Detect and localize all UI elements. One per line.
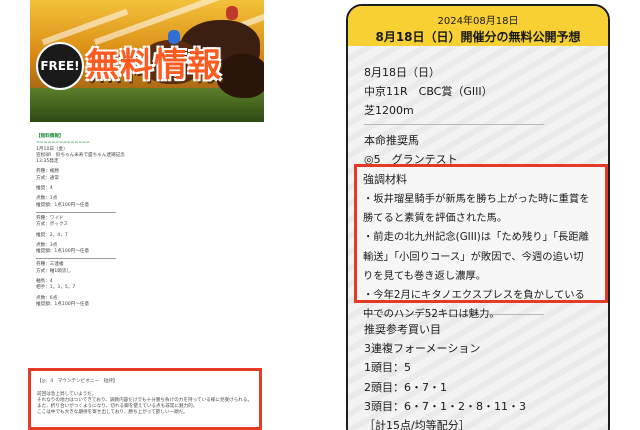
doc-line: 推奨額：1点100円～任意 (36, 301, 90, 307)
left-short-review-highlight: 【◎：4 マウンテンビオニー 短評】 前回は急上昇していようだ。 それなりの地力はつ… (28, 368, 262, 430)
horse-illustration (216, 54, 264, 98)
card-header: 2024年08月18日 8月18日（日）開催分の無料公開予想 (348, 6, 608, 46)
doc-line: 推奨額：1点100円～任意 (36, 202, 90, 208)
doc-line: 推奨額：1点100円～任意 (36, 249, 90, 255)
strong-point-line: 勝てると素質を評価された馬。 (363, 212, 508, 225)
race-date: 8月18日（日） (364, 66, 440, 79)
divider (364, 124, 544, 125)
doc-divider (36, 211, 116, 213)
strong-point-line: ・前走の北九州記念(GIII)は「ため残り」「長距離 (363, 231, 589, 244)
strong-point-line: りを見ても巻き返し濃厚。 (363, 269, 487, 282)
honmei-label: 本命推奨馬 (364, 134, 419, 147)
free-badge: FREE! (36, 42, 84, 90)
strong-point-line: 輸送」「小回りコース」が敗因で、今週の追い切 (363, 250, 584, 263)
short-review-line: ここは中でも大きな期待を寄せ出しており、勝ち上がって欲しい一頭だ。 (37, 410, 188, 416)
strong-point-line: 中でのハンデ52キロは魅力。 (363, 308, 500, 321)
bet-type: 3連複フォーメーション (364, 342, 481, 355)
free-info-banner: FREE! 無料情報 (30, 0, 264, 122)
race-name: 中京11R CBC賞（GIII） (364, 85, 493, 98)
bet-third: 3頭目：6・7・1・2・8・11・3 (364, 400, 526, 413)
strong-point-line: ・今年2月にキタノエクスプレスを負かしている (363, 289, 585, 302)
bet-second: 2頭目：6・7・1 (364, 381, 447, 394)
bet-total: ［計15点/均等配分］ (364, 419, 470, 430)
card-title: 8月18日（日）開催分の無料公開予想 (375, 30, 581, 44)
strong-points-highlight: 強調材料 ・坂井瑠星騎手が新馬を勝ち上がった時に重賞を 勝てると素質を評価された馬… (354, 164, 608, 320)
left-panel: FREE! 無料情報 【無料情報】 ============== 1月10日（金）笠… (30, 0, 264, 430)
bet-first: 1頭目：5 (364, 361, 411, 374)
doc-divider (36, 258, 116, 260)
card-date: 2024年08月18日 (437, 16, 519, 27)
race-distance: 芝1200m (364, 104, 414, 117)
strong-points-title: 強調材料 (363, 173, 407, 186)
banner-title: 無料情報 (86, 45, 222, 84)
strong-point-line: ・坂井瑠星騎手が新馬を勝ち上がった時に重賞を (363, 193, 590, 205)
